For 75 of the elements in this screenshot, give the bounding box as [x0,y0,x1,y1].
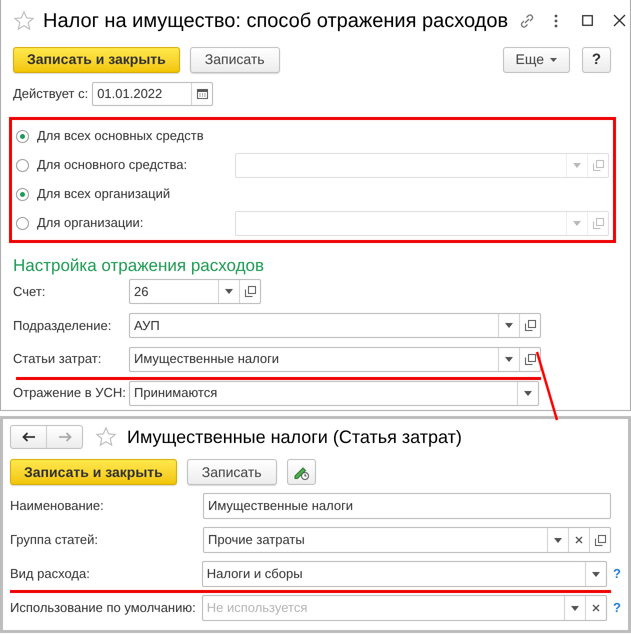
close-icon[interactable] [613,14,626,28]
more-button[interactable]: Еще [502,46,570,73]
copy-icon [524,320,536,331]
radio-button[interactable] [16,216,29,230]
field-label: Вид расхода: [10,565,91,584]
back-arrow-icon [22,432,36,442]
combo-field[interactable]: Имущественные налоги [129,346,541,372]
radio-label: Для всех основных средств [37,127,205,146]
field-label: Подразделение: [13,316,112,335]
star-icon[interactable] [95,426,117,448]
calendar-icon [196,88,208,100]
copy-icon [524,354,536,365]
field-value: Имущественные налоги [134,350,280,368]
field-label: Счет: [13,282,46,301]
field-label: Действует с: [13,84,88,103]
edit-history-button[interactable] [286,459,316,485]
field-label: Отражение в УСН: [13,384,127,402]
field-value: Налоги и сборы [206,565,303,584]
field-label: Использование по умолчанию: [10,599,197,618]
field-value: Прочие затраты [208,531,305,550]
help-link[interactable]: ? [613,564,621,584]
radio-button[interactable] [16,158,29,172]
caret-icon [524,390,532,396]
caret-icon [573,162,581,168]
help-link[interactable]: ? [613,598,621,618]
window-title: Налог на имущество: способ отражения расходов [43,8,508,34]
caret-icon [505,322,513,328]
field-label: Группа статей: [10,531,99,550]
radio-label: Для всех организаций [37,185,172,204]
maximize-icon[interactable] [582,15,594,26]
combo-field[interactable]: Принимаются [129,380,539,406]
field-value: Имущественные налоги [208,497,354,516]
radio-button[interactable] [16,130,29,143]
field-value: 26 [134,282,148,301]
field-placeholder: Не используется [206,599,308,618]
save-button[interactable]: Записать [190,46,280,73]
combo-field[interactable]: Налоги и сборы [202,561,608,587]
caret-icon [554,538,562,542]
caret-icon [592,572,600,576]
help-button[interactable]: ? [582,46,611,73]
field-label: Наименование: [10,497,105,516]
more-icon[interactable] [554,14,558,28]
close-icon [592,604,600,612]
caret-icon [573,220,581,226]
section-heading: Настройка отражения расходов [13,254,266,275]
radio-label: Для основного средства: [37,156,188,174]
combo-field[interactable]: Прочие затраты [203,527,611,553]
copy-icon [244,286,256,297]
forward-arrow-icon [58,432,72,442]
date-field[interactable]: 01.01.2022 [92,82,214,106]
radio-label: Для организации: [37,214,144,232]
field-label: Статьи затрат: [13,350,102,368]
star-icon[interactable] [13,10,35,32]
leader-line [536,352,558,420]
save-button[interactable]: Записать [186,459,277,485]
close-icon [575,536,583,544]
copy-icon [594,534,606,546]
radio-button[interactable] [16,188,29,201]
save-close-button[interactable]: Записать и закрыть [13,46,180,73]
navigation-button-group[interactable] [10,425,83,449]
copy-icon [592,218,604,229]
save-close-button[interactable]: Записать и закрыть [10,459,177,485]
field-value: Принимаются [134,384,218,402]
field-value: 01.01.2022 [96,84,164,103]
copy-icon [592,160,604,171]
caret-icon [550,58,557,62]
field-value: АУП [134,316,160,335]
caret-icon [225,288,233,294]
window-title: Имущественные налоги (Статья затрат) [127,426,462,449]
caret-icon [571,606,580,610]
caret-icon [505,356,513,362]
combo-field[interactable]: 26 [129,278,261,304]
link-icon[interactable] [518,12,536,30]
combo-field[interactable]: АУП [129,312,541,338]
combo-field[interactable]: Имущественные налоги [203,493,611,519]
